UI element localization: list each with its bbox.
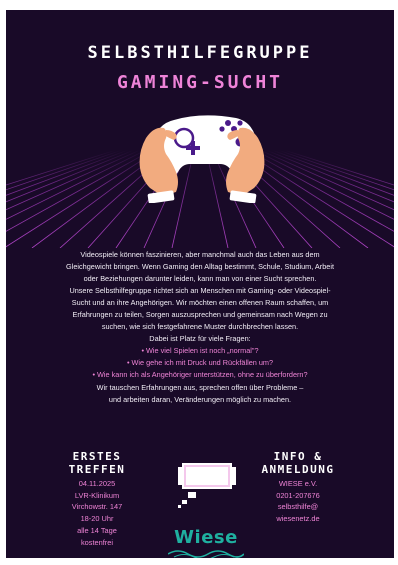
meeting-heading: ERSTES TREFFEN <box>68 450 126 476</box>
meeting-date: 04.11.2025 <box>78 479 116 488</box>
game-controller-icon <box>139 115 265 203</box>
poster-subtitle: GAMING-SUCHT <box>116 72 284 93</box>
description-line: Unsere Selbsthilfegruppe richtet sich an… <box>69 286 331 296</box>
description-line: suchen, wie sich festgefahrene Muster du… <box>101 322 299 332</box>
meeting-cost: kostenfrei <box>80 537 114 547</box>
description-line: Dabei ist Platz für viele Fragen: <box>149 334 251 344</box>
description-line: oder Beziehungen darunter leiden, kann m… <box>83 274 317 284</box>
speech-bubble-icon <box>178 463 236 508</box>
meeting-time: 18-20 Uhr <box>80 514 114 524</box>
question-item: • Wie kann ich als Angehöriger unterstüt… <box>92 370 308 380</box>
contact-email-user: selbsthilfe@ <box>277 502 319 512</box>
description-text: Videospiele können faszinieren, aber man… <box>20 249 380 406</box>
description-line: Erfahrungen zu teilen, Sorgen auszusprec… <box>72 310 328 320</box>
wiese-logo-text: Wiese <box>174 527 238 548</box>
grass-wave-icon <box>168 550 244 558</box>
question-item: • Wie viel Spielen ist noch „normal"? <box>141 346 259 356</box>
closing-line: und arbeiten daran, Veränderungen möglic… <box>108 394 292 404</box>
meeting-address: Virchowstr. 147 <box>71 502 123 512</box>
contact-organization: WIESE e.V. <box>278 479 318 488</box>
wiese-logo: Wiese <box>164 527 248 558</box>
question-item: • Wie gehe ich mit Druck und Rückfällen … <box>126 358 274 368</box>
meeting-frequency: alle 14 Tage <box>77 525 117 535</box>
closing-line: Wir tauschen Erfahrungen aus, sprechen o… <box>96 382 304 392</box>
meeting-details: 04.11.2025 LVR-Klinikum Virchowstr. 147 … <box>42 478 152 548</box>
description-line: Videospiele können faszinieren, aber man… <box>80 250 320 259</box>
poster-title: SELBSTHILFEGRUPPE <box>87 43 313 63</box>
contact-heading: INFO & ANMELDUNG <box>261 450 335 476</box>
meeting-location: LVR-Klinikum <box>74 490 120 500</box>
contact-details: WIESE e.V. 0201-207676 selbsthilfe@ wies… <box>238 478 358 525</box>
description-line: Sucht und an ihre Angehörigen. Wir möcht… <box>71 298 329 308</box>
poster: SELBSTHILFEGRUPPE GAMING-SUCHT Videospie… <box>6 10 394 558</box>
contact-phone: 0201-207676 <box>276 490 320 500</box>
contact-email-domain: wiesenetz.de <box>276 514 320 524</box>
description-line: Gleichgewicht bringen. Wenn Gaming den A… <box>66 262 334 272</box>
